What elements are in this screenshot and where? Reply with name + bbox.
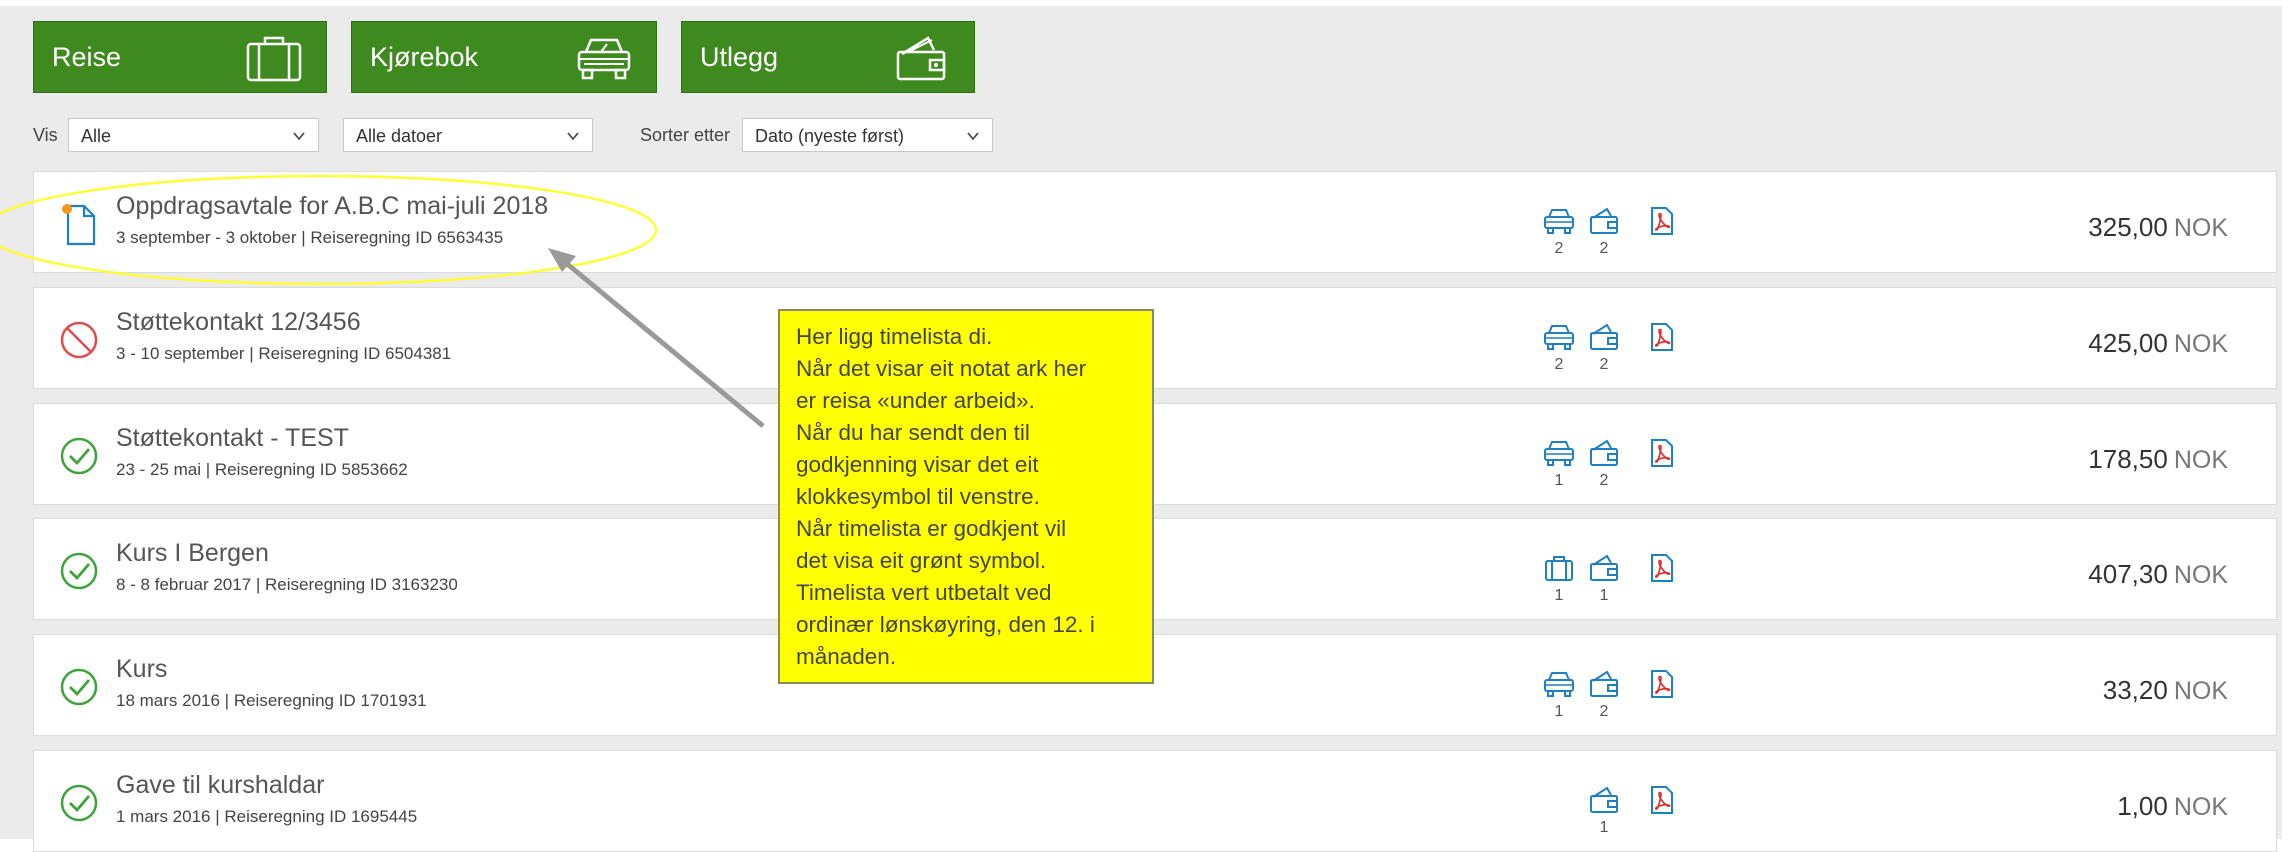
note-line: Når du har sendt den til (796, 420, 1030, 445)
vis-select[interactable]: Alle (68, 118, 319, 152)
note-line: Når timelista er godkjent vil (796, 516, 1067, 541)
trip-title: Støttekontakt - TEST (116, 424, 349, 452)
car-icon[interactable] (1543, 206, 1575, 236)
trip-row[interactable]: Gave til kurshaldar 1 mars 2016 | Reisere… (33, 750, 2277, 852)
trip-subtitle: 18 mars 2016 | Reiseregning ID 1701931 (116, 691, 427, 710)
vis-label: Vis (33, 125, 58, 145)
check-circle-icon (58, 434, 100, 478)
item-count: 1 (1554, 703, 1564, 720)
kjorebok-button[interactable]: Kjørebok (351, 21, 657, 93)
note-line: godkjenning visar det eit (796, 452, 1039, 477)
trip-row[interactable]: Oppdragsavtale for A.B.C mai-juli 2018 3 … (33, 171, 2277, 273)
suitcase-icon (246, 36, 302, 82)
amount-currency: NOK (2173, 561, 2228, 589)
trip-title: Gave til kurshaldar (116, 771, 325, 799)
amount-value: 33,20 (2102, 675, 2168, 705)
note-icon (58, 202, 100, 246)
item-count: 2 (1554, 240, 1564, 257)
item-count: 1 (1599, 587, 1609, 604)
check-circle-icon (58, 781, 100, 825)
car-icon[interactable] (1543, 322, 1575, 352)
chevron-down-icon (293, 132, 305, 141)
wallet-icon[interactable] (1588, 438, 1620, 468)
chevron-down-icon (567, 132, 579, 141)
item-count: 2 (1599, 356, 1609, 373)
trip-title: Støttekontakt 12/3456 (116, 308, 361, 336)
amount-value: 1,00 (2117, 791, 2168, 821)
trip-row[interactable]: Støttekontakt - TEST 23 - 25 mai | Reiser… (33, 403, 2277, 505)
car-icon (577, 38, 631, 80)
trip-row[interactable]: Kurs I Bergen 8 - 8 februar 2017 | Reiser… (33, 518, 2277, 620)
help-note: Her ligg timelista di. Når det visar eit… (778, 309, 1154, 684)
trip-title: Oppdragsavtale for A.B.C mai-juli 2018 (116, 192, 549, 220)
prohibited-icon (58, 318, 100, 362)
trip-subtitle: 8 - 8 februar 2017 | Reiseregning ID 316… (116, 575, 458, 594)
wallet-icon[interactable] (1588, 322, 1620, 352)
trip-subtitle: 23 - 25 mai | Reiseregning ID 5853662 (116, 460, 408, 479)
note-line: Timelista vert utbetalt ved (796, 580, 1052, 605)
note-line: er reisa «under arbeid». (796, 388, 1035, 413)
trip-title: Kurs (116, 655, 168, 683)
note-line: Når det visar eit notat ark her (796, 356, 1087, 381)
pdf-icon[interactable] (1646, 206, 1678, 236)
item-count: 2 (1554, 356, 1564, 373)
pdf-icon[interactable] (1646, 785, 1678, 815)
note-line: klokkesymbol til venstre. (796, 484, 1040, 509)
amount-currency: NOK (2173, 677, 2228, 705)
utlegg-button[interactable]: Utlegg (681, 21, 975, 93)
sort-select[interactable]: Dato (nyeste først) (742, 118, 993, 152)
pdf-icon[interactable] (1646, 553, 1678, 583)
item-count: 1 (1554, 472, 1564, 489)
item-count: 2 (1599, 240, 1609, 257)
item-count: 2 (1599, 472, 1609, 489)
trip-amount: 425,00 NOK (2088, 328, 2228, 359)
amount-currency: NOK (2173, 330, 2228, 358)
car-icon[interactable] (1543, 438, 1575, 468)
trip-subtitle: 1 mars 2016 | Reiseregning ID 1695445 (116, 807, 418, 826)
chevron-down-icon (967, 132, 979, 141)
amount-currency: NOK (2173, 793, 2228, 821)
amount-value: 407,30 (2088, 559, 2168, 589)
vis-select-value: Alle (81, 126, 112, 146)
check-circle-icon (58, 665, 100, 709)
date-select-value: Alle datoer (356, 126, 443, 146)
note-line: det visa eit grønt symbol. (796, 548, 1047, 573)
wallet-icon[interactable] (1588, 553, 1620, 583)
date-select[interactable]: Alle datoer (343, 118, 593, 152)
wallet-icon[interactable] (1588, 206, 1620, 236)
trip-row[interactable]: Kurs 18 mars 2016 | Reiseregning ID 17019… (33, 634, 2277, 736)
trip-title: Kurs I Bergen (116, 539, 269, 567)
pdf-icon[interactable] (1646, 438, 1678, 468)
item-count: 2 (1599, 703, 1609, 720)
trip-row[interactable]: Støttekontakt 12/3456 3 - 10 september | … (33, 287, 2277, 389)
amount-value: 178,50 (2088, 444, 2168, 474)
item-count: 1 (1599, 819, 1609, 836)
suitcase-icon[interactable] (1543, 553, 1575, 583)
amount-currency: NOK (2173, 446, 2228, 474)
pdf-icon[interactable] (1646, 322, 1678, 352)
trip-amount: 33,20 NOK (2103, 675, 2228, 706)
item-count: 1 (1554, 587, 1564, 604)
trip-amount: 407,30 NOK (2088, 559, 2228, 590)
amount-value: 325,00 (2088, 212, 2168, 242)
car-icon[interactable] (1543, 669, 1575, 699)
amount-value: 425,00 (2088, 328, 2168, 358)
wallet-icon[interactable] (1588, 785, 1620, 815)
note-line: Her ligg timelista di. (796, 324, 993, 349)
trip-amount: 325,00 NOK (2088, 212, 2228, 243)
reise-button[interactable]: Reise (33, 21, 327, 93)
pdf-icon[interactable] (1646, 669, 1678, 699)
note-line: månaden. (796, 644, 897, 669)
trip-amount: 1,00 NOK (2117, 791, 2228, 822)
amount-currency: NOK (2173, 214, 2228, 242)
wallet-icon (896, 36, 946, 81)
note-line: ordinær lønskøyring, den 12. i (796, 612, 1095, 637)
trip-subtitle: 3 september - 3 oktober | Reiseregning I… (116, 228, 504, 247)
sort-label: Sorter etter (640, 125, 731, 145)
sort-select-value: Dato (nyeste først) (755, 126, 905, 146)
wallet-icon[interactable] (1588, 669, 1620, 699)
trip-amount: 178,50 NOK (2088, 444, 2228, 475)
trip-subtitle: 3 - 10 september | Reiseregning ID 65043… (116, 344, 452, 363)
check-circle-icon (58, 549, 100, 593)
